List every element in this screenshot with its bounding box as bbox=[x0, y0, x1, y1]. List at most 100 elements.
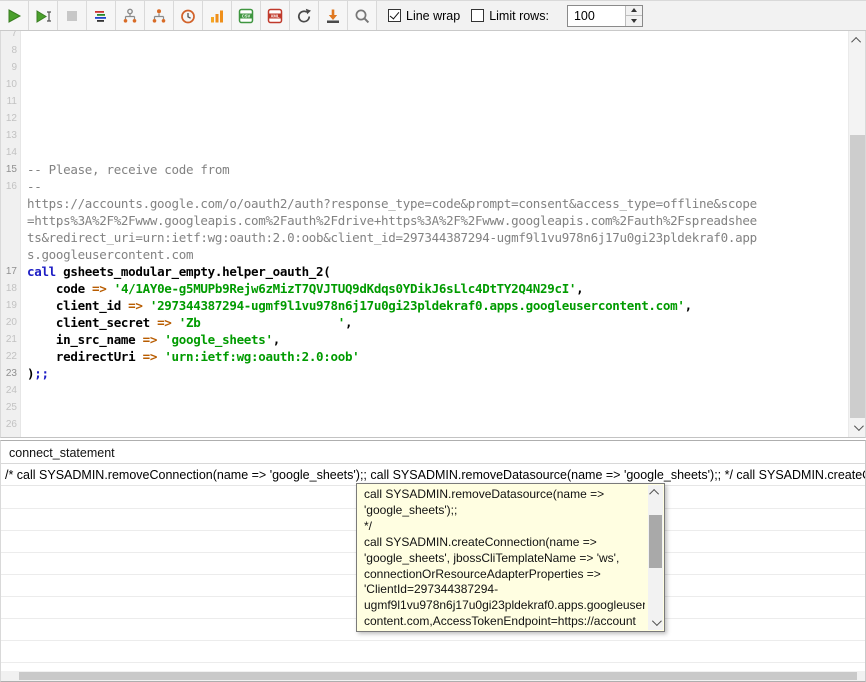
editor-scrollbar-thumb[interactable] bbox=[850, 135, 865, 418]
find-button[interactable] bbox=[348, 1, 377, 30]
line-number: 24 bbox=[1, 382, 20, 399]
line-text bbox=[20, 144, 27, 161]
line-number: 19 bbox=[1, 297, 20, 314]
line-number: 9 bbox=[1, 59, 20, 76]
editor-line[interactable]: =https%3A%2F%2Fwww.googleapis.com%2Fauth… bbox=[1, 212, 848, 229]
line-text: s.googleusercontent.com bbox=[20, 246, 193, 263]
results-scrollbar-thumb[interactable] bbox=[19, 672, 857, 680]
line-number bbox=[1, 246, 20, 263]
limit-rows-spinner[interactable]: 100 bbox=[567, 5, 643, 27]
line-number: 25 bbox=[1, 399, 20, 416]
editor-line[interactable]: 14 bbox=[1, 144, 848, 161]
stop-icon bbox=[63, 7, 81, 25]
refresh-icon bbox=[295, 7, 313, 25]
download-icon bbox=[324, 7, 342, 25]
limit-rows-label: Limit rows: bbox=[489, 9, 549, 23]
export-csv-button[interactable]: CSV bbox=[232, 1, 261, 30]
limit-rows-checkbox[interactable]: Limit rows: bbox=[471, 9, 549, 23]
editor-line[interactable]: 23);; bbox=[1, 365, 848, 382]
tooltip-scrollbar[interactable] bbox=[648, 485, 663, 630]
tooltip-line: content.com,AccessTokenEndpoint=https://… bbox=[364, 614, 645, 630]
explain-plan-button[interactable] bbox=[87, 1, 116, 30]
tree-alt-icon bbox=[150, 7, 168, 25]
line-wrap-label: Line wrap bbox=[406, 9, 460, 23]
results-horizontal-scrollbar[interactable] bbox=[1, 671, 865, 681]
editor-line[interactable]: 13 bbox=[1, 127, 848, 144]
editor-line[interactable]: 11 bbox=[1, 93, 848, 110]
tooltip-line: 'ClientId=297344387294- bbox=[364, 582, 645, 598]
editor-line[interactable]: 7 bbox=[1, 31, 848, 42]
editor-line[interactable]: 25 bbox=[1, 399, 848, 416]
fetch-data-button[interactable] bbox=[319, 1, 348, 30]
tooltip-scroll-up-button[interactable] bbox=[648, 486, 663, 499]
editor-vertical-scrollbar[interactable] bbox=[848, 31, 865, 437]
statistics-button[interactable] bbox=[203, 1, 232, 30]
editor-line[interactable]: 16-- bbox=[1, 178, 848, 195]
editor-line[interactable]: 15-- Please, receive code from bbox=[1, 161, 848, 178]
query-timing-button[interactable] bbox=[174, 1, 203, 30]
editor-line[interactable]: 20 client_secret => 'Zb ', bbox=[1, 314, 848, 331]
line-text: in_src_name => 'google_sheets', bbox=[20, 331, 280, 348]
editor-line[interactable]: 21 in_src_name => 'google_sheets', bbox=[1, 331, 848, 348]
tooltip-line: */ bbox=[364, 519, 645, 535]
refresh-button[interactable] bbox=[290, 1, 319, 30]
editor-line[interactable]: 19 client_id => '297344387294-ugmf9l1vu9… bbox=[1, 297, 848, 314]
editor-line[interactable]: 24 bbox=[1, 382, 848, 399]
editor-line[interactable]: 22 redirectUri => 'urn:ietf:wg:oauth:2.0… bbox=[1, 348, 848, 365]
limit-rows-value[interactable]: 100 bbox=[568, 6, 625, 26]
stop-button[interactable] bbox=[58, 1, 87, 30]
bars-icon bbox=[208, 7, 226, 25]
spinner-buttons bbox=[625, 6, 642, 26]
tooltip-line: call SYSADMIN.removeDatasource(name => bbox=[364, 487, 645, 503]
sql-editor[interactable]: 789101112131415-- Please, receive code f… bbox=[0, 31, 866, 438]
spinner-up-button[interactable] bbox=[626, 6, 642, 17]
play-icon bbox=[5, 7, 23, 25]
tooltip-line: connectionOrResourceAdapterProperties => bbox=[364, 567, 645, 583]
code-area[interactable]: 789101112131415-- Please, receive code f… bbox=[1, 31, 848, 433]
tooltip-line: ugmf9l1vu978n6j17u0gi23pldekraf0.apps.go… bbox=[364, 598, 645, 614]
editor-line[interactable]: s.googleusercontent.com bbox=[1, 246, 848, 263]
triangle-down-icon bbox=[631, 19, 637, 23]
editor-line[interactable]: 8 bbox=[1, 42, 848, 59]
editor-line[interactable]: 12 bbox=[1, 110, 848, 127]
line-text bbox=[20, 42, 27, 59]
line-text: client_secret => 'Zb ', bbox=[20, 314, 352, 331]
tooltip-line: 'google_sheets', jbossCliTemplateName =>… bbox=[364, 551, 645, 567]
column-header-connect-statement[interactable]: connect_statement bbox=[1, 441, 865, 464]
editor-line[interactable]: ts&redirect_uri=urn:ietf:wg:oauth:2.0:oo… bbox=[1, 229, 848, 246]
spinner-down-button[interactable] bbox=[626, 16, 642, 26]
line-number: 15 bbox=[1, 161, 20, 178]
grid-row-line bbox=[1, 640, 865, 641]
csv-icon: CSV bbox=[237, 7, 255, 25]
editor-line[interactable]: 9 bbox=[1, 59, 848, 76]
tooltip-scroll-down-button[interactable] bbox=[648, 616, 663, 629]
line-number bbox=[1, 229, 20, 246]
line-wrap-checkbox[interactable]: Line wrap bbox=[388, 9, 460, 23]
editor-line[interactable]: https://accounts.google.com/o/oauth2/aut… bbox=[1, 195, 848, 212]
line-text: redirectUri => 'urn:ietf:wg:oauth:2.0:oo… bbox=[20, 348, 359, 365]
editor-line[interactable]: 10 bbox=[1, 76, 848, 93]
line-number: 16 bbox=[1, 178, 20, 195]
export-xml-button[interactable]: XML bbox=[261, 1, 290, 30]
execute-statement-button[interactable] bbox=[0, 1, 29, 30]
svg-text:XML: XML bbox=[271, 13, 280, 18]
tooltip-line: 'google_sheets');; bbox=[364, 503, 645, 519]
tooltip-scrollbar-thumb[interactable] bbox=[649, 515, 662, 568]
line-text: client_id => '297344387294-ugmf9l1vu978n… bbox=[20, 297, 692, 314]
tooltip-line: call SYSADMIN.createConnection(name => bbox=[364, 535, 645, 551]
line-text: );; bbox=[20, 365, 49, 382]
scroll-down-button[interactable] bbox=[849, 420, 866, 435]
execution-plan-alt-button[interactable] bbox=[145, 1, 174, 30]
execution-plan-button[interactable] bbox=[116, 1, 145, 30]
chevron-down-icon bbox=[854, 421, 864, 431]
editor-line[interactable]: 18 code => '4/1AY0e-g5MUPb9Rejw6zMizT7QV… bbox=[1, 280, 848, 297]
line-text bbox=[20, 416, 27, 433]
execute-script-button[interactable] bbox=[29, 1, 58, 30]
scroll-up-button[interactable] bbox=[849, 33, 866, 48]
line-text bbox=[20, 127, 27, 144]
cell-value-tooltip: call SYSADMIN.removeDatasource(name =>'g… bbox=[356, 483, 665, 632]
editor-line[interactable]: 26 bbox=[1, 416, 848, 433]
editor-line[interactable]: 17call gsheets_modular_empty.helper_oaut… bbox=[1, 263, 848, 280]
line-number: 20 bbox=[1, 314, 20, 331]
line-number: 8 bbox=[1, 42, 20, 59]
